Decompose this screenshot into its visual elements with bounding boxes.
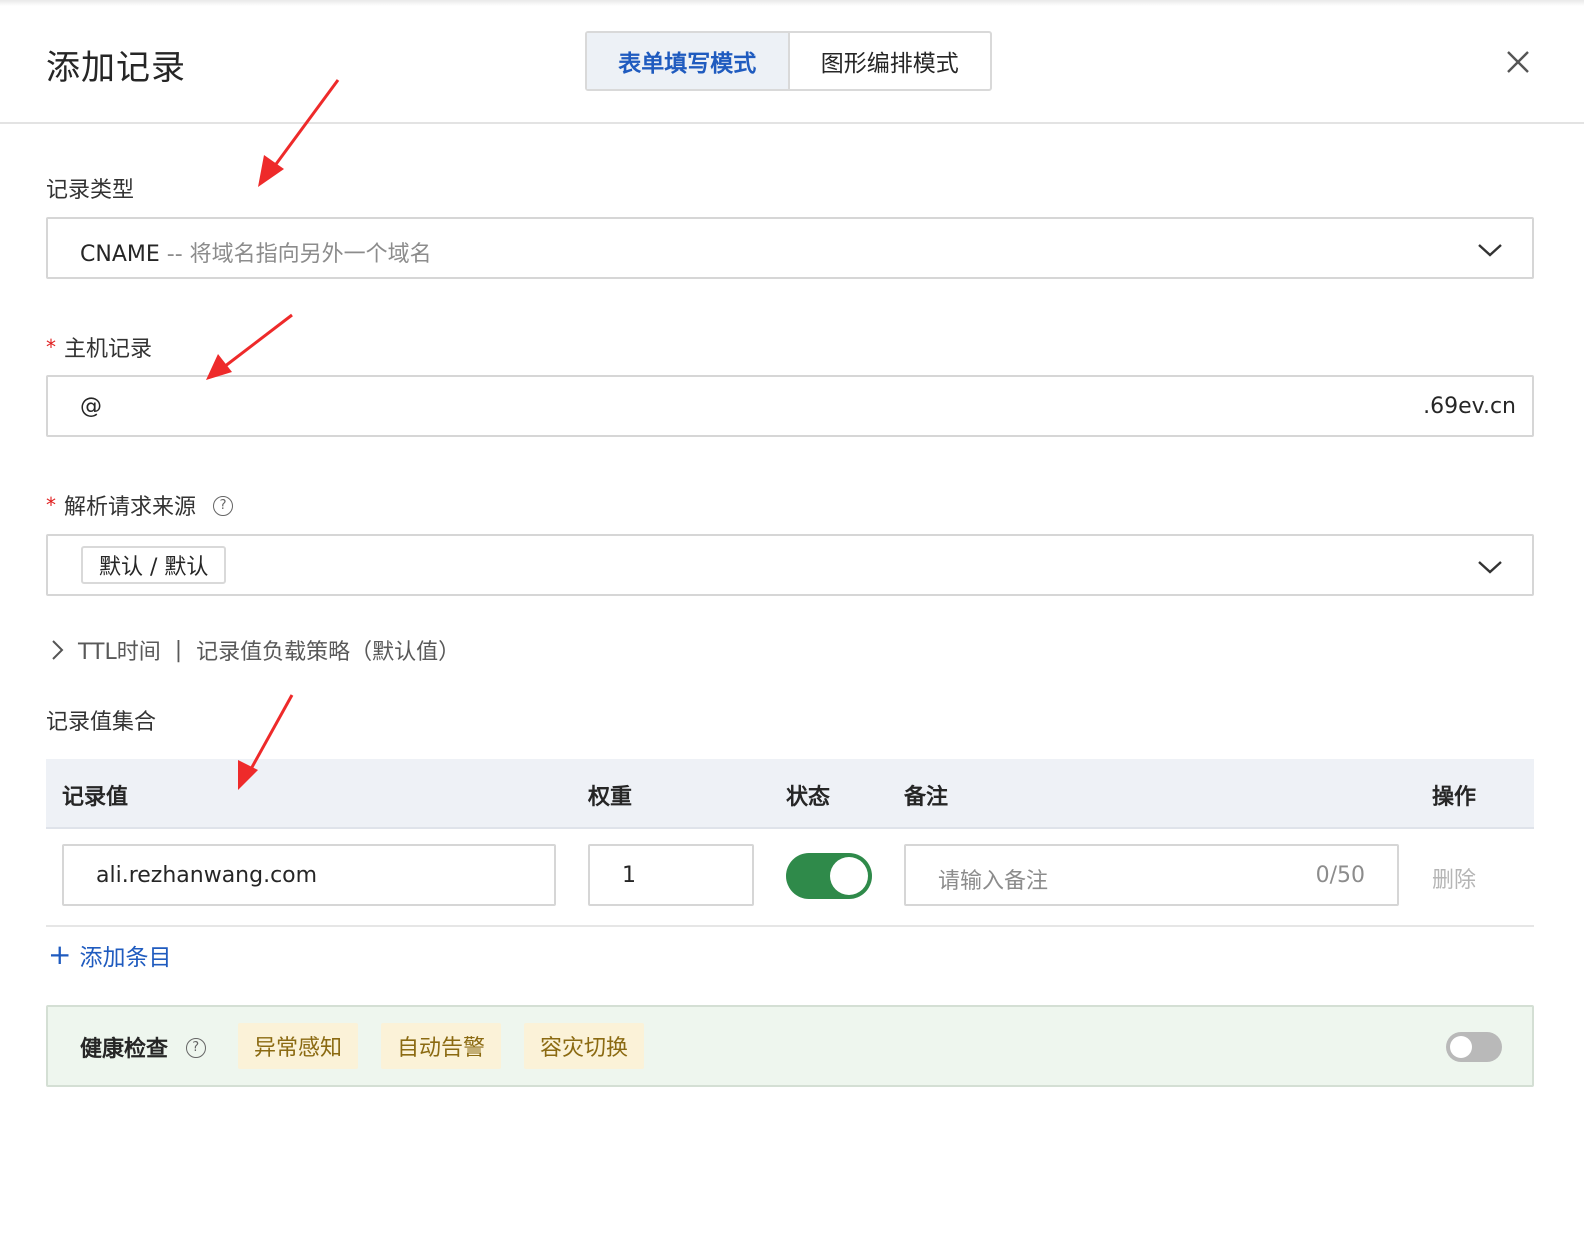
record-type-description: -- 将域名指向另外一个域名 <box>166 242 432 267</box>
status-toggle[interactable] <box>786 853 872 899</box>
close-icon[interactable] <box>1500 44 1536 80</box>
toggle-knob <box>830 857 868 895</box>
health-check-toggle[interactable] <box>1446 1032 1502 1062</box>
delete-button[interactable]: 删除 <box>1432 862 1476 894</box>
record-value-input[interactable]: ali.rezhanwang.com <box>62 844 556 906</box>
health-check-panel: 健康检查 ? 异常感知 自动告警 容灾切换 <box>46 1005 1534 1087</box>
health-check-title: 健康检查 ? <box>80 1031 206 1063</box>
plus-icon: + <box>48 938 72 971</box>
column-header: 状态 <box>786 785 831 810</box>
health-tag: 容灾切换 <box>524 1023 645 1069</box>
table-header: 记录值 权重 状态 备注 操作 <box>46 759 1534 829</box>
host-record-value: @ <box>80 394 102 419</box>
weight-value: 1 <box>622 863 636 888</box>
ttl-label: TTL时间 <box>78 640 161 665</box>
toggle-knob <box>1450 1036 1472 1058</box>
dialog-title: 添加记录 <box>46 48 186 88</box>
record-values-title: 记录值集合 <box>46 710 157 735</box>
resolve-source-label: * 解析请求来源 ? <box>46 489 234 521</box>
chevron-down-icon <box>1478 561 1502 574</box>
record-type-select[interactable]: CNAME -- 将域名指向另外一个域名 <box>46 217 1534 279</box>
health-tag: 自动告警 <box>381 1023 502 1069</box>
table-row: ali.rezhanwang.com 1 请输入备注 0/50 删除 <box>46 829 1534 927</box>
strategy-label: 记录值负载策略（默认值） <box>196 640 461 665</box>
remark-placeholder: 请输入备注 <box>938 869 1049 894</box>
health-check-title-text: 健康检查 <box>80 1037 169 1062</box>
record-type-value: CNAME <box>80 242 160 267</box>
record-type-label: 记录类型 <box>46 178 135 203</box>
column-header: 权重 <box>588 785 633 810</box>
add-item-button[interactable]: + 添加条目 <box>48 938 171 972</box>
domain-suffix: .69ev.cn <box>1423 394 1516 419</box>
annotation-arrow <box>206 313 293 380</box>
remark-char-count: 0/50 <box>1315 863 1365 888</box>
resolve-source-label-text: 解析请求来源 <box>64 495 197 520</box>
host-record-label-text: 主机记录 <box>64 337 153 362</box>
chevron-right-icon <box>52 640 64 660</box>
add-item-label: 添加条目 <box>79 945 172 971</box>
health-tag: 异常感知 <box>238 1023 359 1069</box>
mode-tabs: 表单填写模式 图形编排模式 <box>585 31 992 91</box>
remark-input[interactable]: 请输入备注 0/50 <box>904 844 1399 906</box>
record-value: ali.rezhanwang.com <box>96 863 318 888</box>
required-mark: * <box>46 493 56 517</box>
tab-form-mode[interactable]: 表单填写模式 <box>587 33 790 89</box>
required-mark: * <box>46 335 56 359</box>
question-circle-icon[interactable]: ? <box>185 1038 206 1058</box>
resolve-source-select[interactable]: 默认 / 默认 <box>46 534 1534 596</box>
host-record-input[interactable]: @ .69ev.cn <box>46 375 1534 437</box>
question-circle-icon[interactable]: ? <box>213 496 234 516</box>
selected-source-tag: 默认 / 默认 <box>81 546 227 584</box>
host-record-label: * 主机记录 <box>46 331 152 363</box>
column-header: 记录值 <box>62 785 129 810</box>
dialog-header: 添加记录 表单填写模式 图形编排模式 <box>0 0 1584 124</box>
advanced-settings-toggle[interactable]: TTL时间 | 记录值负载策略（默认值） <box>48 633 460 667</box>
tab-graph-mode[interactable]: 图形编排模式 <box>790 33 991 89</box>
weight-input[interactable]: 1 <box>588 844 754 906</box>
chevron-down-icon <box>1478 244 1502 257</box>
separator: | <box>174 637 183 663</box>
add-record-dialog: 添加记录 表单填写模式 图形编排模式 记录类型 CNAME -- 将域名指向另外… <box>0 0 1584 1250</box>
column-header: 备注 <box>904 785 949 810</box>
column-header: 操作 <box>1432 785 1477 810</box>
